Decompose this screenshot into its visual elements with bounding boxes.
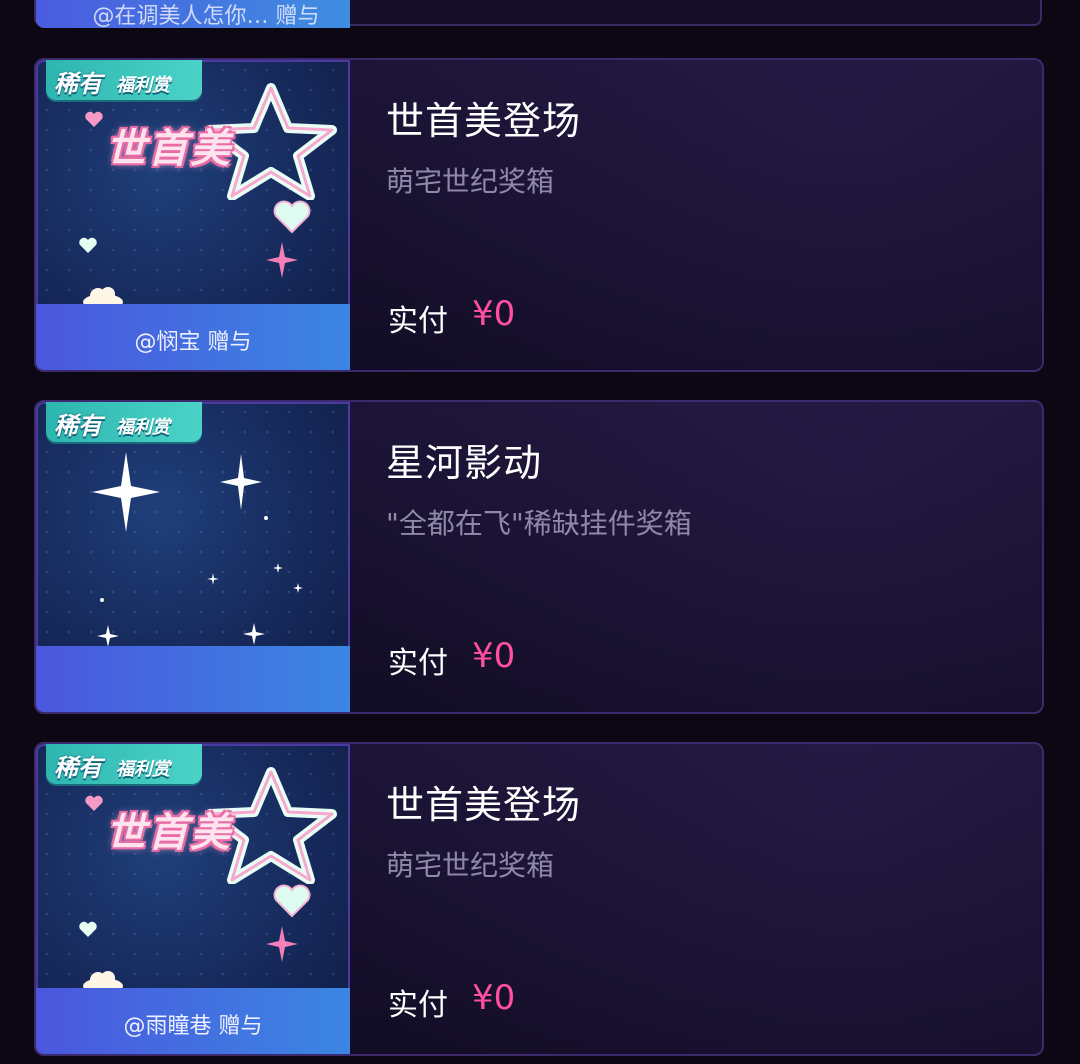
- sparkle-icon: [97, 625, 119, 647]
- sparkle-icon: [207, 573, 219, 585]
- paid-amount: ¥0: [472, 978, 516, 1018]
- paid-label: 实付: [388, 988, 448, 1023]
- badge-sub: 福利赏: [116, 75, 170, 96]
- partial-order-card[interactable]: @在调美人怎你… 赠与: [34, 0, 1042, 28]
- prize-subtitle: 萌宅世纪奖箱: [386, 165, 555, 198]
- order-card[interactable]: 稀有 福利赏 世首美 @悯宝 赠与 世首美登场 萌宅世纪奖箱 实付 ¥0: [34, 58, 1044, 372]
- gift-bar: @在调美人怎你… 赠与: [36, 0, 350, 28]
- prize-title: 世首美登场: [386, 783, 582, 827]
- heart-icon: [79, 921, 97, 937]
- heart-icon: [85, 111, 103, 127]
- prize-thumbnail: 稀有 福利赏: [36, 402, 350, 712]
- gift-bar: @雨瞳巷 赠与: [36, 988, 350, 1054]
- prize-art-title: 世首美: [106, 126, 232, 172]
- badge-sub: 福利赏: [116, 759, 170, 780]
- gift-bar: @悯宝 赠与: [36, 304, 350, 370]
- rare-badge: 稀有 福利赏: [46, 744, 202, 784]
- paid-label: 实付: [388, 304, 448, 339]
- gift-from-text: @在调美人怎你… 赠与: [92, 4, 320, 28]
- prize-art-title: 世首美: [106, 810, 232, 856]
- order-card[interactable]: 稀有 福利赏 星河影动 "全都在飞"稀缺挂件奖箱 实付 ¥0: [34, 400, 1044, 714]
- sparkle-icon: [220, 454, 262, 510]
- heart-icon: [85, 795, 103, 811]
- heart-icon: [273, 200, 311, 234]
- sparkle-icon: [266, 926, 298, 962]
- gift-from-text: @雨瞳巷 赠与: [123, 1014, 263, 1039]
- sparkle-icon: [243, 623, 265, 645]
- prize-thumbnail: 稀有 福利赏 世首美 @雨瞳巷 赠与: [36, 744, 350, 1054]
- sparkle-icon: [273, 563, 283, 573]
- heart-icon: [273, 884, 311, 918]
- sparkle-icon: [266, 242, 298, 278]
- badge-main: 稀有: [54, 412, 102, 440]
- gift-from-text: @悯宝 赠与: [134, 330, 252, 355]
- star-dot-icon: [100, 598, 104, 602]
- prize-title: 世首美登场: [386, 99, 582, 143]
- badge-main: 稀有: [54, 70, 102, 98]
- prize-subtitle: 萌宅世纪奖箱: [386, 849, 555, 882]
- prize-thumbnail: 稀有 福利赏 世首美 @悯宝 赠与: [36, 60, 350, 370]
- paid-amount: ¥0: [472, 294, 516, 334]
- sparkle-icon: [293, 583, 303, 593]
- rare-badge: 稀有 福利赏: [46, 60, 202, 100]
- rare-badge: 稀有 福利赏: [46, 402, 202, 442]
- badge-main: 稀有: [54, 754, 102, 782]
- prize-title: 星河影动: [386, 441, 543, 485]
- gift-bar: [36, 646, 350, 712]
- paid-amount: ¥0: [472, 636, 516, 676]
- badge-sub: 福利赏: [116, 417, 170, 438]
- order-card[interactable]: 稀有 福利赏 世首美 @雨瞳巷 赠与 世首美登场 萌宅世纪奖箱 实付 ¥0: [34, 742, 1044, 1056]
- sparkle-icon: [92, 452, 160, 532]
- heart-icon: [79, 237, 97, 253]
- paid-label: 实付: [388, 646, 448, 681]
- star-dot-icon: [264, 516, 268, 520]
- prize-subtitle: "全都在飞"稀缺挂件奖箱: [386, 507, 692, 540]
